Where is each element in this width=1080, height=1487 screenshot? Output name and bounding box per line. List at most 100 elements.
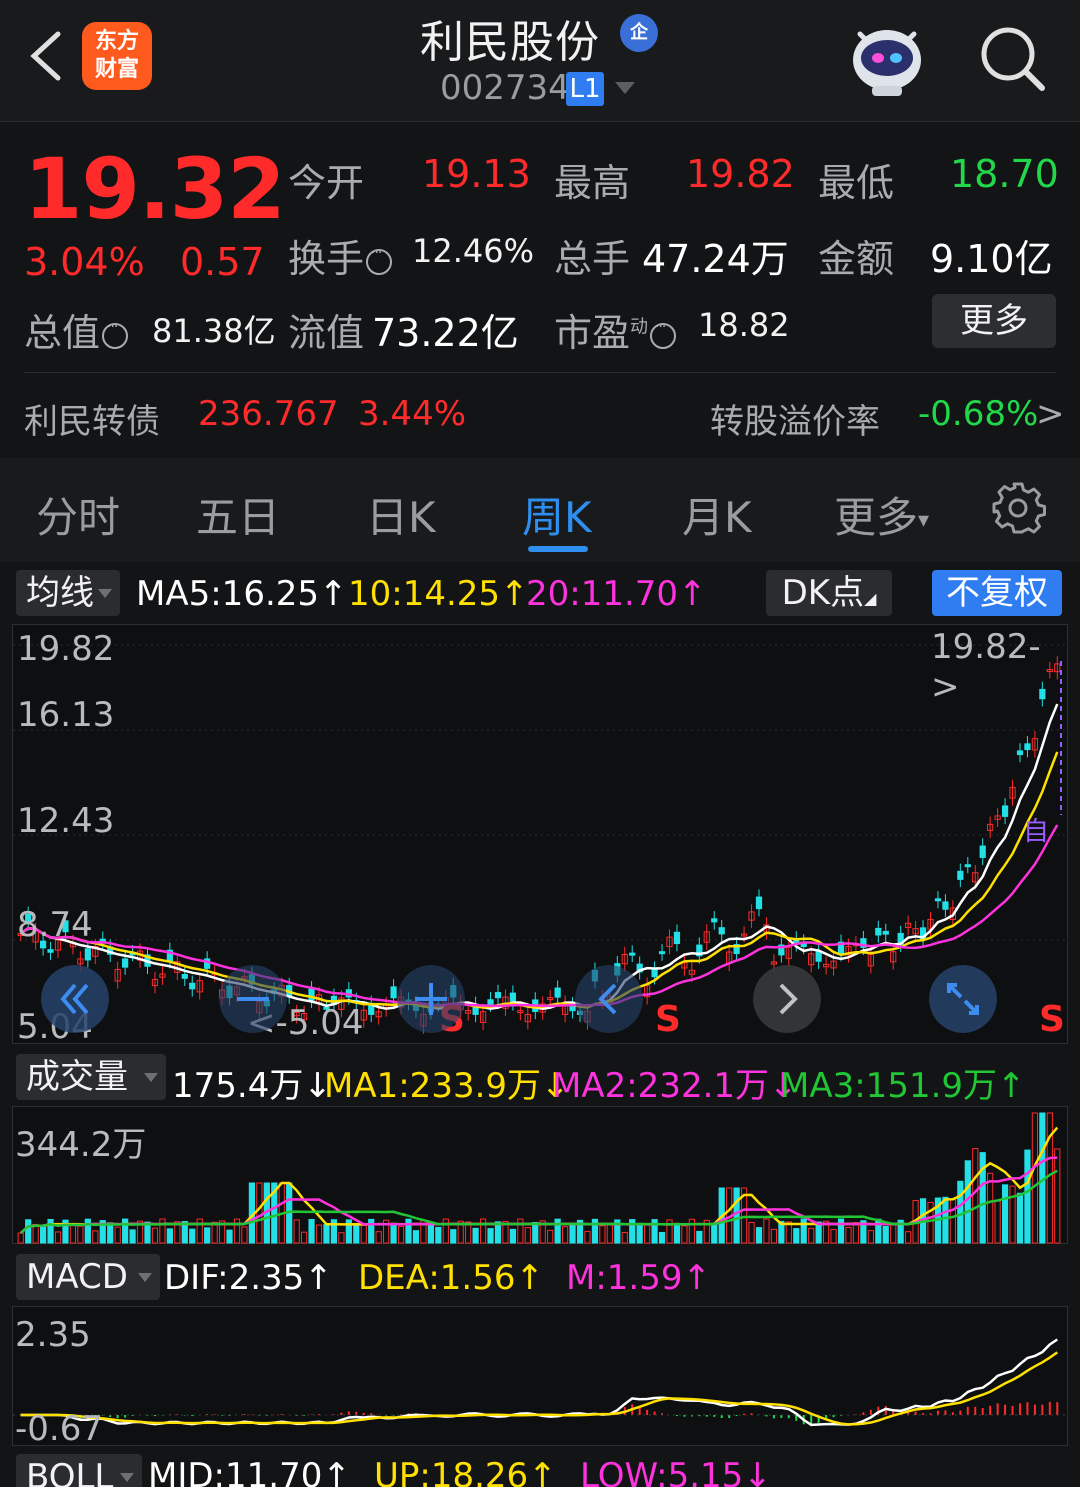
candle-body (122, 958, 129, 968)
volume-bar (442, 1218, 449, 1244)
zoom-in-icon[interactable] (397, 965, 465, 1033)
scroll-left-fast-icon[interactable] (41, 965, 109, 1033)
info-icon[interactable] (102, 319, 129, 349)
volume-bar (1054, 1148, 1061, 1244)
pe-label[interactable]: 市盈动 (554, 302, 677, 357)
axis-label: -0.67 (15, 1409, 103, 1449)
chevron-down-icon[interactable] (615, 82, 635, 94)
arrow-up-icon: ↑ (304, 1258, 333, 1298)
volume-bar (681, 1225, 688, 1244)
macd-chart[interactable]: 2.35 -0.67 (12, 1306, 1069, 1449)
volume-bar (211, 1221, 218, 1244)
volume-bar (435, 1226, 442, 1244)
volume-bar (360, 1225, 367, 1244)
app-logo[interactable]: 东方 财富 (82, 22, 152, 90)
candle-body (711, 918, 718, 923)
selector-label: 均线 (26, 573, 94, 613)
candle-body (658, 951, 666, 955)
tab-five-day[interactable]: 五日 (196, 484, 280, 545)
search-icon[interactable] (976, 22, 1048, 94)
arrow-up-icon: ↑ (500, 574, 529, 614)
sell-signal-marker: S (655, 999, 681, 1040)
more-quote-button[interactable]: 更多 (932, 294, 1056, 348)
volume-ma3: MA3:151.9万↑ (780, 1058, 1026, 1107)
stock-code[interactable]: 002734 (440, 68, 570, 108)
volume-bar (122, 1218, 129, 1244)
fullscreen-icon[interactable] (929, 965, 997, 1033)
volume-chart[interactable]: 344.2万 (12, 1106, 1068, 1244)
change-percent: 3.04% (24, 240, 145, 284)
kline-plot[interactable] (13, 625, 1069, 1045)
volume-ma1: MA1:233.9万↓ (324, 1058, 570, 1107)
volume-bar (397, 1225, 405, 1244)
tab-more[interactable]: 更多▾ (834, 484, 929, 545)
volume-bar (1024, 1149, 1031, 1244)
volume-bar (808, 1227, 815, 1244)
selector-label: 成交量 (26, 1057, 128, 1097)
dea-line (20, 1351, 1058, 1426)
change-amount: 0.57 (180, 240, 265, 284)
candle-body (1024, 743, 1031, 751)
axis-label: 12.43 (17, 801, 115, 841)
volume-bar (800, 1218, 807, 1244)
volume-bar (368, 1218, 375, 1244)
sell-signal-marker: S (1039, 999, 1065, 1040)
low-value: 18.70 (950, 152, 1059, 196)
adjust-mode-button[interactable]: 不复权 (932, 570, 1062, 616)
volume-bar (942, 1196, 949, 1244)
convertible-bond-row[interactable]: 利民转债 236.767 3.44% 转股溢价率 -0.68% > (0, 374, 1080, 456)
indicator-selector-volume[interactable]: 成交量 (16, 1054, 166, 1100)
volume-bar (293, 1219, 300, 1244)
kline-chart[interactable]: 19.82 16.13 12.43 8.74 5.04 19.82-> <-5.… (12, 624, 1069, 1047)
back-arrow-icon[interactable] (24, 28, 68, 84)
candle-body (755, 896, 763, 910)
volume-bar (39, 1224, 47, 1244)
volume-plot[interactable] (13, 1107, 1069, 1245)
candle-body (494, 992, 502, 999)
volume-bar (987, 1172, 994, 1244)
candle-body (487, 999, 494, 1005)
info-icon[interactable] (366, 245, 393, 275)
volume-bar (606, 1223, 613, 1244)
mktcap-label[interactable]: 总值 (24, 302, 129, 357)
macd-m: M:1.59↑ (566, 1258, 711, 1298)
gear-icon[interactable] (990, 480, 1046, 536)
candle-body (84, 948, 91, 961)
volume-bar (412, 1230, 420, 1244)
float-label: 流值 (288, 311, 365, 355)
volume-ma2: MA2:232.1万↓ (552, 1058, 798, 1107)
volume-bar (487, 1228, 494, 1244)
macd-plot[interactable] (13, 1307, 1069, 1447)
volume-bar (1001, 1184, 1009, 1244)
volume-bar (323, 1224, 330, 1244)
volume-label: 总手 (554, 237, 631, 281)
scroll-left-icon[interactable] (575, 965, 643, 1033)
volume-bar (852, 1222, 860, 1244)
turnover-label[interactable]: 换手 (288, 228, 393, 283)
tab-monthly-k[interactable]: 月K (682, 484, 752, 545)
volume-bar (479, 1218, 487, 1244)
tab-intraday[interactable]: 分时 (36, 484, 120, 545)
dk-point-button[interactable]: DK点◢ (766, 570, 892, 616)
volume-bar (300, 1231, 308, 1244)
volume-ma3-text: MA3:151.9万 (780, 1066, 998, 1106)
indicator-selector-macd[interactable]: MACD (16, 1254, 160, 1300)
candle-body (942, 901, 949, 910)
volume-bar (196, 1218, 203, 1244)
tab-weekly-k[interactable]: 周K (522, 484, 592, 545)
assistant-robot-icon[interactable] (842, 18, 932, 98)
volume-bar (770, 1228, 778, 1244)
indicator-selector-boll[interactable]: BOLL (16, 1454, 142, 1487)
scroll-right-icon[interactable] (753, 965, 821, 1033)
volume-bar (688, 1218, 695, 1244)
zoom-out-icon[interactable] (219, 965, 287, 1033)
candle-body (651, 968, 658, 978)
volume-bar (315, 1224, 323, 1244)
candle-body (964, 864, 971, 868)
tab-daily-k[interactable]: 日K (366, 484, 436, 545)
indicator-selector-ma[interactable]: 均线 (16, 570, 120, 616)
level-badge[interactable]: L1 (566, 72, 604, 106)
candle-body (934, 898, 942, 902)
volume-bar (32, 1223, 39, 1244)
info-icon[interactable] (650, 319, 677, 349)
